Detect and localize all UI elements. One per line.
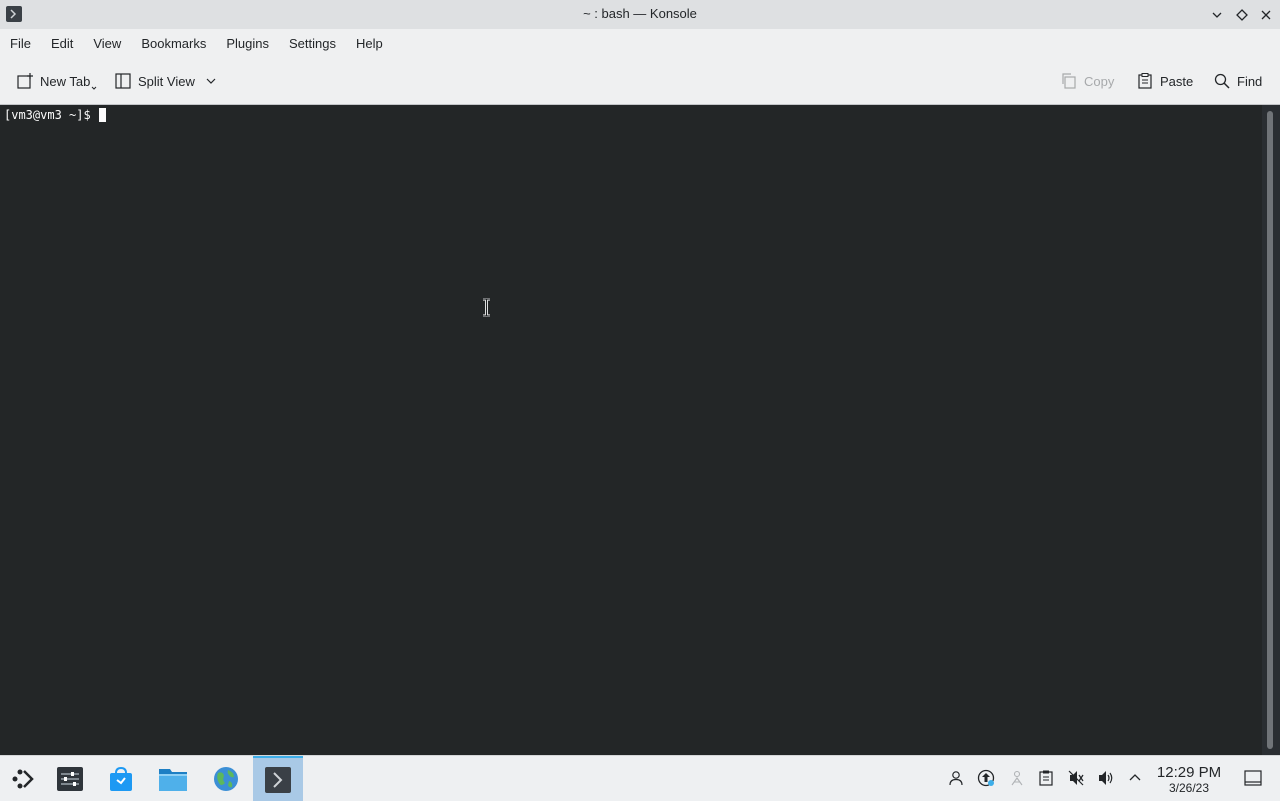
terminal-view[interactable]: [vm3@vm3 ~]$ [0, 105, 1262, 755]
terminal-line: [vm3@vm3 ~]$ [4, 108, 106, 122]
menu-plugins[interactable]: Plugins [216, 29, 279, 59]
text-cursor [98, 108, 106, 122]
menu-view[interactable]: View [83, 29, 131, 59]
new-tab-icon [16, 72, 34, 90]
menu-bookmarks[interactable]: Bookmarks [131, 29, 216, 59]
application-launcher-icon [12, 769, 34, 788]
clock-date: 3/26/23 [1168, 781, 1210, 795]
clock-time: 12:29 PM [1156, 764, 1222, 781]
tray-expand-icon[interactable] [1126, 769, 1144, 787]
clipboard-icon[interactable] [1037, 769, 1055, 787]
menu-settings[interactable]: Settings [279, 29, 346, 59]
paste-label: Paste [1160, 73, 1194, 89]
scrollbar-thumb[interactable] [1267, 111, 1273, 749]
kde-connect-icon[interactable] [1008, 769, 1026, 787]
paste-icon [1136, 72, 1154, 90]
dolphin-file-manager-icon [159, 768, 187, 791]
dolphin-file-manager-button[interactable] [150, 756, 196, 801]
volume-icon[interactable] [1097, 769, 1115, 787]
window-title: ~ : bash — Konsole [583, 6, 697, 21]
menu-help[interactable]: Help [346, 29, 393, 59]
web-browser-button[interactable] [203, 756, 249, 801]
new-tab-label: New Tab [40, 73, 91, 89]
paste-button[interactable]: Paste [1136, 68, 1193, 94]
web-browser-icon [214, 766, 238, 791]
menu-edit[interactable]: Edit [41, 29, 83, 59]
minimize-icon [1212, 12, 1222, 18]
menu-bar: File Edit View Bookmarks Plugins Setting… [0, 29, 1280, 59]
copy-icon [1060, 72, 1078, 90]
split-view-icon [114, 72, 132, 90]
maximize-button[interactable] [1233, 6, 1251, 24]
shell-prompt: [vm3@vm3 ~]$ [4, 108, 91, 122]
maximize-icon [1236, 9, 1248, 21]
find-button[interactable]: Find [1213, 68, 1262, 94]
application-launcher-button[interactable] [0, 756, 46, 801]
search-icon [1213, 72, 1231, 90]
copy-label: Copy [1084, 73, 1115, 89]
chevron-down-icon[interactable] [205, 75, 217, 87]
system-settings-icon [57, 766, 83, 791]
system-settings-button[interactable] [47, 756, 93, 801]
minimize-button[interactable] [1208, 6, 1226, 24]
split-view-label: Split View [138, 73, 195, 89]
discover-button[interactable] [98, 756, 144, 801]
title-bar: ~ : bash — Konsole [0, 0, 1280, 29]
new-tab-dropdown-icon[interactable] [91, 85, 97, 91]
terminal-scrollbar[interactable] [1262, 105, 1280, 755]
close-button[interactable] [1257, 6, 1275, 24]
new-tab-button[interactable]: New Tab [16, 68, 97, 94]
find-label: Find [1237, 73, 1263, 89]
user-icon[interactable] [947, 769, 965, 787]
close-icon [1261, 10, 1271, 20]
menu-file[interactable]: File [0, 29, 41, 59]
discover-icon [110, 766, 132, 791]
taskbar: 12:29 PM 3/26/23 [0, 755, 1280, 801]
digital-clock[interactable]: 12:29 PM 3/26/23 [1150, 764, 1228, 795]
update-icon[interactable] [977, 769, 995, 787]
konsole-task-button[interactable] [253, 756, 303, 801]
mic-muted-icon[interactable] [1067, 769, 1085, 787]
show-desktop-icon[interactable] [1244, 769, 1262, 787]
copy-button[interactable]: Copy [1060, 68, 1114, 94]
ibeam-cursor-icon [483, 298, 490, 317]
toolbar: New Tab Split View Copy Paste Find [0, 59, 1280, 105]
split-view-button[interactable]: Split View [114, 68, 217, 94]
konsole-icon [265, 766, 291, 793]
